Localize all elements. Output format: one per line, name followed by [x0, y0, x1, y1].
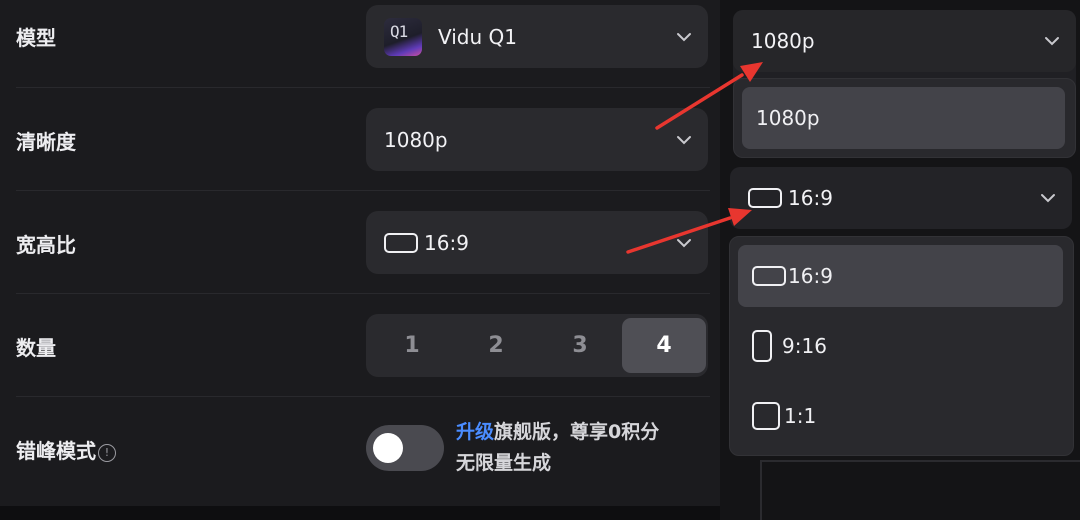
- upgrade-promo: 升级旗舰版，尊享0积分 无限量生成: [456, 421, 660, 474]
- ratio-menu: 16:9 9:16 1:1: [729, 236, 1074, 456]
- resolution-dropdown: 1080p 1080p: [733, 10, 1076, 158]
- chevron-down-icon: [677, 135, 691, 144]
- ratio-option-9-16[interactable]: 9:16: [738, 315, 1063, 377]
- ratio-dropdown-value: 16:9: [788, 186, 833, 210]
- resolution-value: 1080p: [384, 127, 448, 152]
- staggered-mode-toggle[interactable]: [366, 425, 444, 471]
- model-value: Vidu Q1: [438, 24, 517, 49]
- resolution-dropdown-header[interactable]: 1080p: [733, 10, 1076, 72]
- upgrade-link[interactable]: 升级: [456, 421, 494, 443]
- portrait-ratio-icon: [752, 330, 772, 362]
- background-panel-edge: [760, 460, 1080, 520]
- resolution-menu: 1080p: [733, 78, 1076, 158]
- square-ratio-icon: [752, 402, 780, 430]
- quantity-option-1[interactable]: 1: [370, 318, 454, 373]
- staggered-mode-label: 错峰模式!: [16, 435, 116, 464]
- staggered-mode-row: 错峰模式! 升级旗舰版，尊享0积分 无限量生成: [16, 397, 710, 500]
- model-row: 模型 Q1 Vidu Q1: [16, 0, 710, 88]
- toggle-knob: [373, 433, 403, 463]
- model-label: 模型: [16, 26, 56, 50]
- settings-panel: 模型 Q1 Vidu Q1 清晰度 1080p 宽高比 16:9 数量 1 2 …: [0, 0, 734, 506]
- quantity-row: 数量 1 2 3 4: [16, 294, 710, 397]
- ratio-option-16-9[interactable]: 16:9: [738, 245, 1063, 307]
- landscape-ratio-icon: [384, 232, 418, 253]
- resolution-label: 清晰度: [16, 130, 76, 154]
- info-icon[interactable]: !: [98, 444, 116, 462]
- landscape-ratio-icon: [748, 188, 782, 208]
- model-select[interactable]: Q1 Vidu Q1: [366, 5, 708, 68]
- aspect-ratio-value: 16:9: [424, 230, 469, 255]
- aspect-ratio-select[interactable]: 16:9: [366, 211, 708, 274]
- ratio-option-1-1[interactable]: 1:1: [738, 385, 1063, 447]
- quantity-option-3[interactable]: 3: [538, 318, 622, 373]
- vidu-logo-icon: Q1: [384, 17, 422, 56]
- aspect-ratio-row: 宽高比 16:9: [16, 191, 710, 294]
- chevron-down-icon: [677, 238, 691, 247]
- resolution-row: 清晰度 1080p: [16, 88, 710, 191]
- resolution-select[interactable]: 1080p: [366, 108, 708, 171]
- chevron-down-icon: [677, 32, 691, 41]
- aspect-ratio-label: 宽高比: [16, 233, 76, 257]
- quantity-label: 数量: [16, 336, 56, 360]
- resolution-dropdown-value: 1080p: [751, 29, 815, 53]
- chevron-down-icon: [1045, 37, 1059, 46]
- quantity-segmented: 1 2 3 4: [366, 314, 708, 377]
- quantity-option-2[interactable]: 2: [454, 318, 538, 373]
- ratio-dropdown-header[interactable]: 16:9: [730, 167, 1072, 229]
- resolution-option-1080p[interactable]: 1080p: [742, 87, 1065, 149]
- quantity-option-4[interactable]: 4: [622, 318, 706, 373]
- chevron-down-icon: [1041, 194, 1055, 203]
- landscape-ratio-icon: [752, 266, 786, 286]
